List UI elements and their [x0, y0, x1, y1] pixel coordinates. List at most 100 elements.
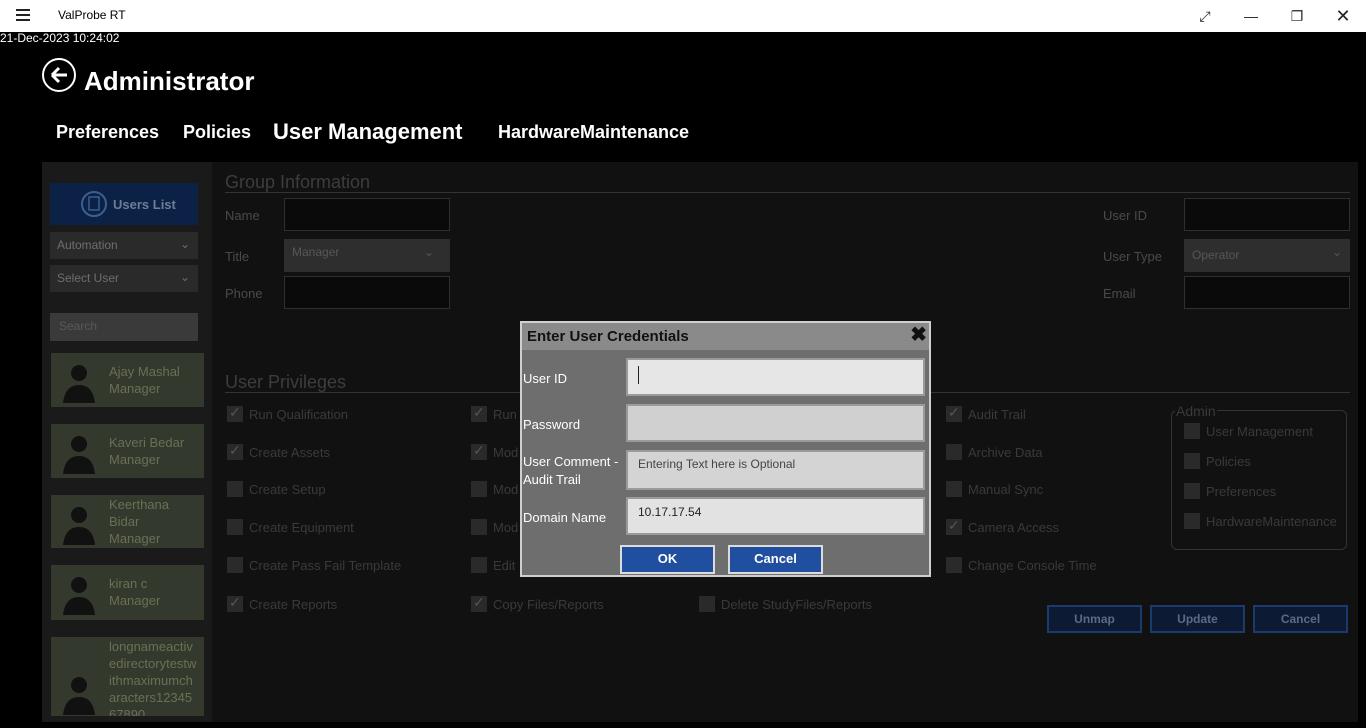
- checkbox[interactable]: [946, 444, 962, 460]
- dialog-domain-input[interactable]: 10.17.17.54: [626, 497, 925, 535]
- group-information-heading: Group Information: [225, 172, 371, 192]
- fullscreen-icon[interactable]: ⤢: [1195, 6, 1215, 26]
- close-icon[interactable]: ✖: [910, 325, 927, 345]
- update-button[interactable]: Update: [1150, 605, 1245, 633]
- dialog-password-input[interactable]: [626, 404, 925, 442]
- users-list-icon: [81, 191, 107, 217]
- email-field[interactable]: [1184, 276, 1350, 309]
- privilege-label: Delete StudyFiles/Reports: [721, 597, 873, 612]
- email-label: Email: [1103, 286, 1136, 301]
- privilege-label: User Management: [1206, 424, 1313, 439]
- privilege-label: Create Reports: [249, 597, 338, 612]
- ok-button[interactable]: OK: [620, 545, 715, 574]
- checkbox[interactable]: [1184, 423, 1200, 439]
- tab-user-management[interactable]: User Management: [273, 119, 463, 145]
- tab-hardware-maintenance[interactable]: HardwareMaintenance: [498, 122, 689, 143]
- user-type-label: User Type: [1103, 249, 1163, 264]
- checkbox[interactable]: [227, 442, 243, 460]
- user-dropdown-value: Select User: [57, 271, 120, 285]
- checkbox[interactable]: [946, 557, 962, 573]
- close-window-icon[interactable]: ✕: [1333, 6, 1353, 26]
- user-card[interactable]: Ajay Mashal Manager: [51, 353, 204, 407]
- privilege-label: HardwareMaintenance: [1206, 514, 1337, 529]
- users-list-button[interactable]: Users List: [50, 183, 198, 225]
- user-card[interactable]: Kaveri Bedar Manager: [51, 424, 204, 478]
- group-dropdown[interactable]: Automation ⌄: [50, 232, 198, 259]
- credentials-dialog: Enter User Credentials ✖ User ID Passwor…: [520, 321, 931, 577]
- user-dropdown[interactable]: Select User ⌄: [50, 265, 198, 292]
- checkbox[interactable]: [227, 557, 243, 573]
- checkbox[interactable]: [227, 404, 243, 422]
- hamburger-menu-icon[interactable]: [16, 9, 30, 21]
- user-role: Manager: [109, 531, 161, 546]
- search-input[interactable]: Search: [50, 313, 198, 341]
- tab-policies[interactable]: Policies: [183, 122, 251, 143]
- cancel-button[interactable]: Cancel: [1253, 605, 1348, 633]
- checkbox[interactable]: [1184, 513, 1200, 529]
- divider: [225, 192, 1350, 193]
- title-select[interactable]: Manager ⌄: [284, 239, 450, 272]
- privilege-label: Run: [493, 407, 517, 422]
- dialog-password-label: Password: [523, 417, 581, 432]
- dialog-cancel-button[interactable]: Cancel: [728, 545, 823, 574]
- chevron-down-icon: ⌄: [424, 245, 435, 259]
- chevron-down-icon: ⌄: [179, 237, 190, 251]
- dialog-comment-input[interactable]: Entering Text here is Optional: [626, 450, 925, 490]
- privilege-label: Mod: [493, 520, 519, 535]
- checkbox[interactable]: [1184, 453, 1200, 469]
- user-id-label: User ID: [1103, 208, 1148, 223]
- users-list-label: Users List: [113, 197, 176, 212]
- privilege-label: Create Pass Fail Template: [249, 558, 402, 573]
- user-card[interactable]: Keerthana Bidar Manager: [51, 495, 204, 548]
- user-card[interactable]: kiran c Manager: [51, 565, 204, 620]
- checkbox[interactable]: [946, 517, 962, 535]
- app-title: ValProbe RT: [58, 8, 126, 22]
- checkbox[interactable]: [471, 557, 487, 573]
- dialog-domain-label: Domain Name: [523, 510, 607, 525]
- text-cursor: [638, 366, 639, 384]
- privilege-label: Create Setup: [249, 482, 326, 497]
- datetime-label: 21-Dec-2023 10:24:02: [0, 31, 120, 45]
- checkbox[interactable]: [471, 404, 487, 422]
- chevron-down-icon: ⌄: [179, 270, 190, 284]
- user-avatar-icon: [63, 436, 95, 474]
- title-select-value: Manager: [292, 245, 340, 259]
- privilege-label: Mod: [493, 482, 519, 497]
- unmap-button[interactable]: Unmap: [1047, 605, 1142, 633]
- phone-field[interactable]: [284, 276, 450, 309]
- user-id-field[interactable]: [1184, 198, 1350, 231]
- user-role: Manager: [109, 452, 161, 467]
- privilege-label: Audit Trail: [968, 407, 1026, 422]
- privilege-label: Policies: [1206, 454, 1251, 469]
- checkbox[interactable]: [946, 404, 962, 422]
- user-name: kiran c: [109, 576, 148, 591]
- checkbox[interactable]: [1184, 483, 1200, 499]
- user-avatar-icon: [63, 677, 95, 715]
- privilege-label: Create Equipment: [249, 520, 354, 535]
- window-titlebar: ValProbe RT ⤢ — ❐ ✕: [0, 0, 1366, 32]
- minimize-icon[interactable]: —: [1241, 6, 1261, 26]
- back-arrow-icon[interactable]: [42, 58, 76, 92]
- checkbox[interactable]: [227, 519, 243, 535]
- dialog-title: Enter User Credentials: [527, 328, 689, 345]
- checkbox[interactable]: [946, 481, 962, 497]
- user-type-select-value: Operator: [1192, 248, 1240, 262]
- user-type-select[interactable]: Operator ⌄: [1184, 239, 1350, 272]
- checkbox[interactable]: [699, 596, 715, 612]
- checkbox[interactable]: [471, 442, 487, 460]
- checkbox[interactable]: [227, 594, 243, 612]
- tab-preferences[interactable]: Preferences: [56, 122, 159, 143]
- restore-icon[interactable]: ❐: [1287, 6, 1307, 26]
- checkbox[interactable]: [471, 519, 487, 535]
- user-role: Manager: [109, 381, 161, 396]
- chevron-down-icon: ⌄: [1331, 245, 1342, 259]
- checkbox[interactable]: [471, 481, 487, 497]
- checkbox[interactable]: [471, 594, 487, 612]
- user-card[interactable]: longnameactivedirectorytestwithmaximumch…: [51, 637, 204, 716]
- user-role: Manager: [109, 593, 161, 608]
- privilege-label: Create Assets: [249, 445, 330, 460]
- checkbox[interactable]: [227, 481, 243, 497]
- privilege-label: Copy Files/Reports: [493, 597, 604, 612]
- name-field[interactable]: [284, 198, 450, 231]
- dialog-user-id-input[interactable]: [626, 358, 925, 396]
